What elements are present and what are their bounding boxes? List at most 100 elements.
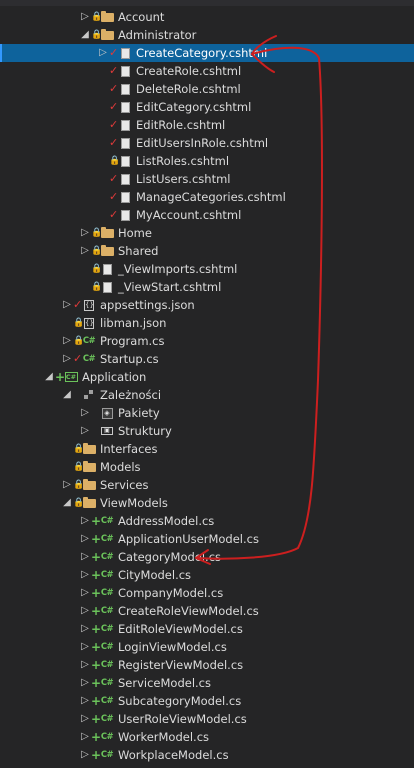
tree-item[interactable]: ▷ ✓ CreateCategory.cshtml (0, 44, 414, 62)
collapsed-arrow-icon[interactable]: ▷ (80, 674, 90, 692)
tree-item-label: CompanyModel.cs (118, 586, 224, 600)
csharp-glyph: C# (100, 678, 114, 688)
tree-item[interactable]: ✓ EditCategory.cshtml (0, 98, 414, 116)
collapsed-arrow-icon[interactable]: ▷ (98, 44, 108, 62)
collapsed-arrow-icon[interactable]: ▷ (62, 350, 72, 368)
tree-item[interactable]: ▷ 🔒 Shared (0, 242, 414, 260)
razor-page-icon (118, 44, 132, 62)
razor-page-icon (118, 80, 132, 98)
tree-item-label: Interfaces (100, 442, 158, 456)
csharp-glyph: C# (100, 696, 114, 706)
razor-page-icon (100, 278, 114, 296)
project-glyph: C# (64, 372, 78, 382)
expanded-arrow-icon[interactable]: ◢ (62, 494, 72, 512)
tree-item[interactable]: 🔒 Interfaces (0, 440, 414, 458)
collapsed-arrow-icon[interactable]: ▷ (62, 476, 72, 494)
lock-icon: 🔒 (109, 156, 121, 166)
tree-item[interactable]: ▷ + C# WorkplaceModel.cs (0, 746, 414, 764)
collapsed-arrow-icon[interactable]: ▷ (80, 746, 90, 764)
tree-item[interactable]: 🔒 _ViewImports.cshtml (0, 260, 414, 278)
pending-edit-check-icon: ✓ (109, 172, 119, 185)
tree-item[interactable]: ▷ + C# LoginViewModel.cs (0, 638, 414, 656)
lock-icon: 🔒 (73, 462, 85, 472)
collapsed-arrow-icon[interactable]: ▷ (80, 548, 90, 566)
tree-item[interactable]: ✓ ManageCategories.cshtml (0, 188, 414, 206)
tree-item[interactable]: ▷ + C# CreateRoleViewModel.cs (0, 602, 414, 620)
tree-item[interactable]: ▷ + C# RegisterViewModel.cs (0, 656, 414, 674)
collapsed-arrow-icon[interactable]: ▷ (62, 296, 72, 314)
collapsed-arrow-icon[interactable]: ▷ (80, 8, 90, 26)
tree-item[interactable]: ✓ CreateRole.cshtml (0, 62, 414, 80)
tree-item[interactable]: ◢ + C# Application (0, 368, 414, 386)
tree-item[interactable]: ▷ + C# ApplicationUserModel.cs (0, 530, 414, 548)
collapsed-arrow-icon[interactable]: ▷ (80, 620, 90, 638)
tree-item-label: CityModel.cs (118, 568, 192, 582)
tree-item[interactable]: 🔒 _ViewStart.cshtml (0, 278, 414, 296)
tree-item[interactable]: ✓ ListUsers.cshtml (0, 170, 414, 188)
collapsed-arrow-icon[interactable]: ▷ (80, 512, 90, 530)
page-shape (120, 137, 130, 149)
tree-item[interactable]: ▷ ◈ Pakiety (0, 404, 414, 422)
collapsed-arrow-icon[interactable]: ▷ (80, 602, 90, 620)
tree-item[interactable]: ▷ + C# CityModel.cs (0, 566, 414, 584)
tree-item[interactable]: ▷ + C# UserRoleViewModel.cs (0, 710, 414, 728)
dependencies-icon (82, 386, 96, 404)
tree-item[interactable]: ◢ 🔒 Administrator (0, 26, 414, 44)
tree-item[interactable]: 🔒 ListRoles.cshtml (0, 152, 414, 170)
expanded-arrow-icon[interactable]: ◢ (80, 26, 90, 44)
collapsed-arrow-icon[interactable]: ▷ (80, 638, 90, 656)
collapsed-arrow-icon[interactable]: ▷ (80, 566, 90, 584)
tree-item[interactable]: ▷ + C# EditRoleViewModel.cs (0, 620, 414, 638)
collapsed-arrow-icon[interactable]: ▷ (80, 692, 90, 710)
razor-page-icon (118, 116, 132, 134)
collapsed-arrow-icon[interactable]: ▷ (80, 710, 90, 728)
tree-item[interactable]: ◢ Zależności (0, 386, 414, 404)
tree-item[interactable]: ◢ 🔒 ViewModels (0, 494, 414, 512)
csharp-file-icon: C# (100, 566, 114, 584)
tree-item[interactable]: ▷ ✓{} appsettings.json (0, 296, 414, 314)
tree-item[interactable]: ✓ DeleteRole.cshtml (0, 80, 414, 98)
tree-item-label: ManageCategories.cshtml (136, 190, 286, 204)
tree-item-label: WorkerModel.cs (118, 730, 210, 744)
tree-item-label: DeleteRole.cshtml (136, 82, 241, 96)
lock-icon: 🔒 (91, 264, 103, 274)
lock-icon: 🔒 (73, 318, 85, 328)
tree-item[interactable]: ▷ 🔒 Account (0, 8, 414, 26)
tree-item-label: CreateRole.cshtml (136, 64, 242, 78)
collapsed-arrow-icon[interactable]: ▷ (80, 224, 90, 242)
tree-item[interactable]: 🔒 Models (0, 458, 414, 476)
expanded-arrow-icon[interactable]: ◢ (62, 386, 72, 404)
tree-item-label: ApplicationUserModel.cs (118, 532, 259, 546)
collapsed-arrow-icon[interactable]: ▷ (62, 332, 72, 350)
collapsed-arrow-icon[interactable]: ▷ (80, 584, 90, 602)
collapsed-arrow-icon[interactable]: ▷ (80, 728, 90, 746)
collapsed-arrow-icon[interactable]: ▷ (80, 404, 90, 422)
expanded-arrow-icon[interactable]: ◢ (44, 368, 54, 386)
folder-shape (100, 245, 114, 256)
tree-item[interactable]: ▷ + C# AddressModel.cs (0, 512, 414, 530)
tree-item[interactable]: ▷ + C# WorkerModel.cs (0, 728, 414, 746)
tree-item[interactable]: ▷ 🔒 C# Program.cs (0, 332, 414, 350)
solution-explorer-tree: ▷ 🔒 Account ◢ 🔒 Administrator ▷ ✓ CreateCategory… (0, 8, 414, 764)
tree-item[interactable]: ▷ ▣ Struktury (0, 422, 414, 440)
csharp-file-icon: C# (100, 728, 114, 746)
csharp-glyph: C# (100, 516, 114, 526)
collapsed-arrow-icon[interactable]: ▷ (80, 656, 90, 674)
collapsed-arrow-icon[interactable]: ▷ (80, 530, 90, 548)
collapsed-arrow-icon[interactable]: ▷ (80, 242, 90, 260)
tree-item[interactable]: ▷ + C# ServiceModel.cs (0, 674, 414, 692)
tree-item[interactable]: ▷ + C# SubcategoryModel.cs (0, 692, 414, 710)
tree-item[interactable]: ✓ MyAccount.cshtml (0, 206, 414, 224)
csharp-glyph: C# (100, 732, 114, 742)
tree-item[interactable]: ▷ 🔒 Home (0, 224, 414, 242)
tree-item[interactable]: ▷ + C# CategoryModel.cs (0, 548, 414, 566)
tree-item[interactable]: ✓ EditRole.cshtml (0, 116, 414, 134)
tree-item[interactable]: 🔒{} libman.json (0, 314, 414, 332)
collapsed-arrow-icon[interactable]: ▷ (80, 422, 90, 440)
tree-item-label: Startup.cs (100, 352, 159, 366)
tree-item[interactable]: ▷ ✓ C# Startup.cs (0, 350, 414, 368)
tree-item[interactable]: ▷ + C# CompanyModel.cs (0, 584, 414, 602)
tree-item[interactable]: ✓ EditUsersInRole.cshtml (0, 134, 414, 152)
csharp-glyph: C# (100, 714, 114, 724)
tree-item[interactable]: ▷ 🔒 Services (0, 476, 414, 494)
